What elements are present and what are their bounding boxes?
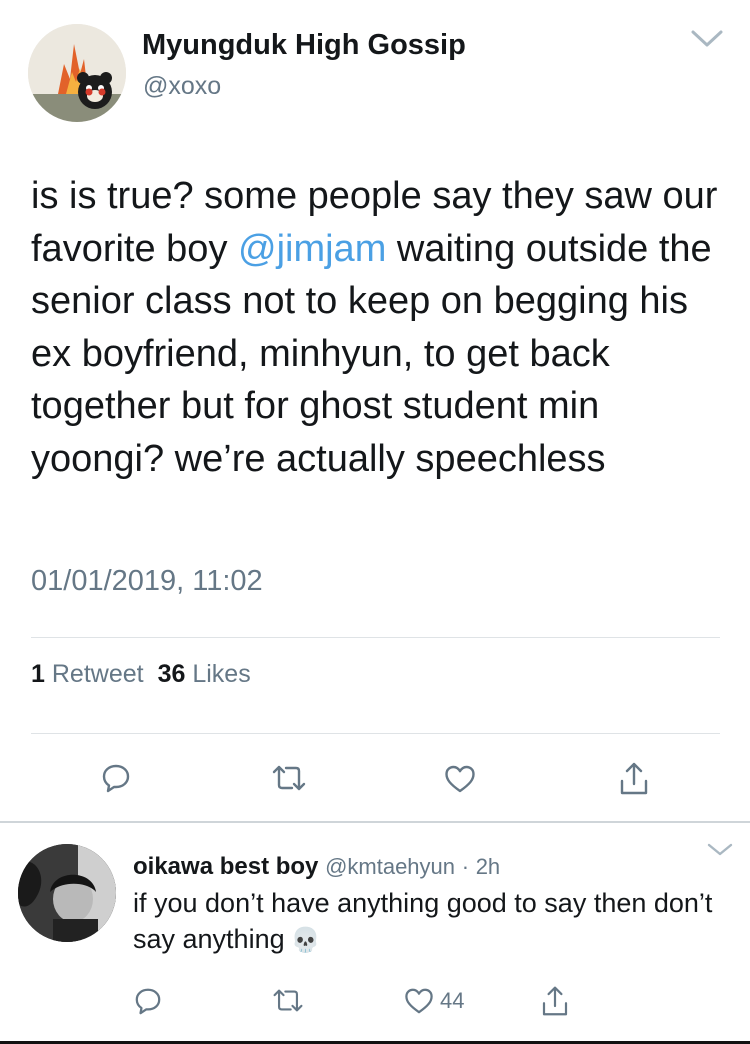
share-icon[interactable] [619,760,649,796]
retweet-label: Retweet [51,660,144,688]
retweet-count: 1 [31,660,45,688]
like-button[interactable]: 44 [404,987,464,1015]
avatar-image [18,844,116,942]
retweet-icon[interactable] [270,763,308,793]
retweet-stat[interactable]: 1 Retweet [31,660,144,688]
retweet-icon[interactable] [271,987,305,1014]
reply-text-body: if you don’t have anything good to say t… [133,888,713,954]
avatar-image [28,24,126,122]
section-divider [0,821,750,823]
divider [31,733,720,734]
divider [31,637,720,638]
reply-separator: · [461,854,470,879]
tweet-timestamp: 01/01/2019, 11:02 [31,565,263,597]
reply-header: oikawa best boy @kmtaehyun · 2h [133,853,500,881]
reply-handle[interactable]: @kmtaehyun [325,854,455,879]
skull-emoji: 💀 [290,927,321,954]
reply-like-count: 44 [440,988,465,1013]
reply-text: if you don’t have anything good to say t… [133,885,733,959]
reply-display-name[interactable]: oikawa best boy [133,853,318,880]
mention-link[interactable]: @jimjam [238,228,386,270]
likes-label: Likes [192,660,251,688]
tweet-stats: 1 Retweet 36 Likes [31,660,251,689]
reply-icon[interactable] [101,763,131,793]
display-name[interactable]: Myungduk High Gossip [142,29,466,62]
like-icon[interactable] [404,987,434,1015]
reply-time: 2h [475,854,501,879]
likes-stat[interactable]: 36 Likes [158,660,251,688]
reply-avatar[interactable] [18,844,116,942]
share-icon[interactable] [541,984,569,1017]
reply-icon[interactable] [134,987,162,1015]
user-handle[interactable]: @xoxo [143,72,221,101]
like-count: 36 [157,660,186,688]
like-icon[interactable] [444,764,476,794]
profile-avatar[interactable] [28,24,126,122]
chevron-down-icon[interactable] [706,842,734,858]
tweet-text: is is true? some people say they saw our… [31,170,731,485]
chevron-down-icon[interactable] [690,28,724,50]
